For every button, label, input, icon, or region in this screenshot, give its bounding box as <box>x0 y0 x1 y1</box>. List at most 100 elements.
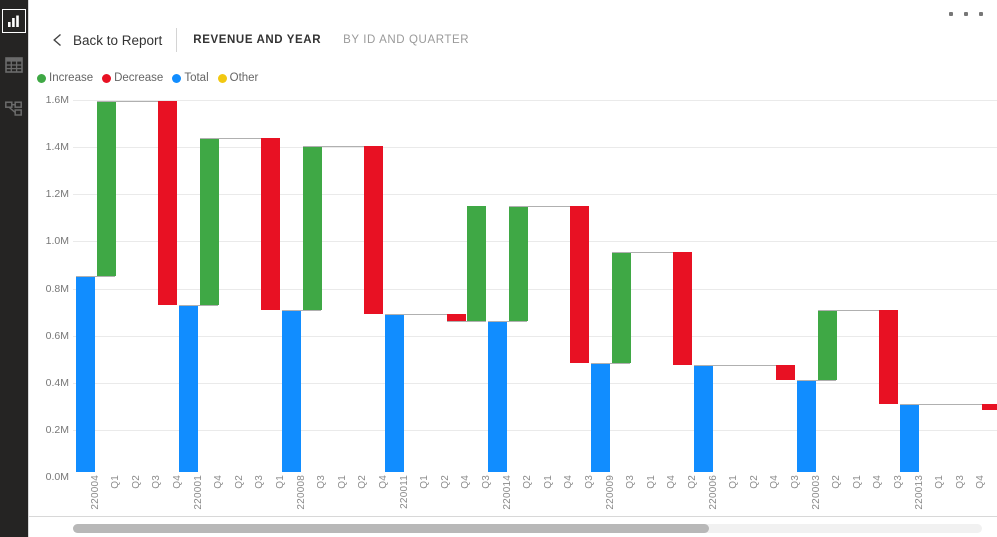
x-axis-tick-label: Q4 <box>563 475 574 489</box>
waterfall-connector <box>591 362 630 364</box>
more-options-button[interactable] <box>949 6 983 22</box>
report-header: Back to Report REVENUE AND YEAR BY ID AN… <box>51 26 469 54</box>
x-axis-tick-label: Q2 <box>440 475 451 489</box>
horizontal-scrollbar-track[interactable] <box>73 524 982 533</box>
report-canvas: Back to Report REVENUE AND YEAR BY ID AN… <box>29 0 997 537</box>
x-axis-tick-label: Q3 <box>893 475 904 489</box>
x-axis-tick-label: 220003 <box>811 475 822 510</box>
legend-label: Decrease <box>114 72 164 84</box>
waterfall-bar-increase[interactable] <box>612 251 631 363</box>
x-axis-tick-label: Q1 <box>110 475 121 489</box>
legend-label: Increase <box>49 72 94 84</box>
waterfall-bar-increase[interactable] <box>818 309 837 381</box>
x-axis-tick-label: Q1 <box>852 475 863 489</box>
canvas-bottom-divider <box>29 516 997 517</box>
waterfall-bar-total[interactable] <box>76 275 95 472</box>
sidebar-item-model-view[interactable] <box>1 96 27 122</box>
legend-swatch-increase-icon <box>37 73 46 83</box>
x-axis-tick-label: Q4 <box>666 475 677 489</box>
waterfall-bar-decrease[interactable] <box>261 137 280 310</box>
x-axis-tick-label: Q4 <box>213 475 224 489</box>
legend-item-increase[interactable]: Increase <box>37 72 93 84</box>
x-axis-tick-label: Q4 <box>378 475 389 489</box>
sidebar-item-report-view[interactable] <box>1 8 27 34</box>
waterfall-bar-decrease[interactable] <box>776 365 795 381</box>
legend-item-total[interactable]: Total <box>172 72 209 84</box>
waterfall-bar-decrease[interactable] <box>447 314 466 322</box>
x-axis-tick-label: Q3 <box>254 475 265 489</box>
waterfall-bar-increase[interactable] <box>200 137 219 305</box>
legend-swatch-total-icon <box>172 73 182 83</box>
ellipsis-dot-1 <box>949 12 953 16</box>
waterfall-bar-total[interactable] <box>591 362 610 472</box>
x-axis-tick-label: Q2 <box>522 475 533 489</box>
gridline <box>73 100 997 101</box>
waterfall-bar-total[interactable] <box>797 380 816 472</box>
breadcrumb-title: REVENUE AND YEAR <box>193 34 322 46</box>
x-axis-tick-label: Q3 <box>316 475 327 489</box>
waterfall-bar-increase[interactable] <box>509 206 528 322</box>
x-axis-tick-label: 220001 <box>193 475 204 510</box>
waterfall-bar-decrease[interactable] <box>982 403 997 410</box>
x-axis-tick-label: 220004 <box>90 475 101 510</box>
waterfall-bar-increase[interactable] <box>467 206 486 322</box>
legend-item-other[interactable]: Other <box>217 72 259 84</box>
y-axis-tick-label: 0.8M <box>45 282 69 295</box>
gridline <box>73 382 997 384</box>
waterfall-bar-decrease[interactable] <box>364 145 383 315</box>
sidebar-item-data-view[interactable] <box>1 52 27 78</box>
legend-item-decrease[interactable]: Decrease <box>102 72 163 84</box>
ellipsis-dot-3 <box>979 12 983 16</box>
y-axis-tick-label: 0.4M <box>45 376 69 389</box>
y-axis-tick-label: 0.0M <box>45 471 69 483</box>
x-axis-tick-label: Q2 <box>357 475 368 489</box>
left-nav-rail <box>0 0 28 537</box>
breadcrumb-subtitle: BY ID AND QUARTER <box>343 34 470 46</box>
report-chart-icon <box>6 13 22 29</box>
x-axis-tick-label: Q4 <box>872 475 883 489</box>
x-axis-tick-label: Q4 <box>460 475 471 489</box>
x-axis-tick-label: Q2 <box>131 475 142 489</box>
waterfall-bar-decrease[interactable] <box>570 206 589 363</box>
y-axis-tick-label: 0.6M <box>45 329 69 342</box>
y-axis-tick-label: 1.2M <box>45 188 69 201</box>
waterfall-bar-total[interactable] <box>488 321 507 472</box>
legend-label: Total <box>184 72 209 84</box>
waterfall-bar-total[interactable] <box>694 365 713 472</box>
waterfall-connector <box>797 380 836 382</box>
waterfall-connector <box>488 321 527 323</box>
x-axis-tick-label: Q2 <box>234 475 245 489</box>
x-axis-tick-label: 220009 <box>605 475 616 510</box>
x-axis-tick-label: Q3 <box>481 475 492 489</box>
waterfall-connector <box>447 321 486 323</box>
back-to-report-label: Back to Report <box>73 32 163 48</box>
waterfall-bar-total[interactable] <box>900 403 919 472</box>
waterfall-bar-decrease[interactable] <box>673 251 692 366</box>
x-axis-tick-label: 220011 <box>399 475 410 509</box>
table-grid-icon <box>5 57 23 73</box>
y-axis-tick-label: 1.6M <box>45 94 69 106</box>
waterfall-bar-total[interactable] <box>179 304 198 472</box>
waterfall-bar-decrease[interactable] <box>879 309 898 404</box>
legend-swatch-other-icon <box>217 73 227 83</box>
horizontal-scrollbar-thumb[interactable] <box>73 524 710 533</box>
x-axis-tick-label: Q3 <box>790 475 801 489</box>
waterfall-bar-total[interactable] <box>282 309 301 472</box>
back-to-report-button[interactable]: Back to Report <box>51 32 176 48</box>
model-relationships-icon <box>5 101 23 117</box>
y-axis-tick-label: 1.0M <box>45 235 69 248</box>
legend-swatch-decrease-icon <box>102 73 112 83</box>
x-axis-tick-label: Q3 <box>151 475 162 489</box>
legend-label: Other <box>229 72 259 84</box>
x-axis-tick-label: Q1 <box>337 475 348 489</box>
waterfall-bar-increase[interactable] <box>303 145 322 310</box>
waterfall-bar-decrease[interactable] <box>158 101 177 305</box>
gridline <box>73 429 997 431</box>
x-axis-tick-label: Q3 <box>584 475 595 489</box>
waterfall-connector <box>179 304 218 306</box>
x-axis-tick-label: Q2 <box>831 475 842 489</box>
waterfall-bar-total[interactable] <box>385 314 404 472</box>
x-axis-tick-label: 220006 <box>708 475 719 510</box>
x-axis-tick-label: Q2 <box>687 475 698 489</box>
waterfall-bar-increase[interactable] <box>97 101 116 276</box>
